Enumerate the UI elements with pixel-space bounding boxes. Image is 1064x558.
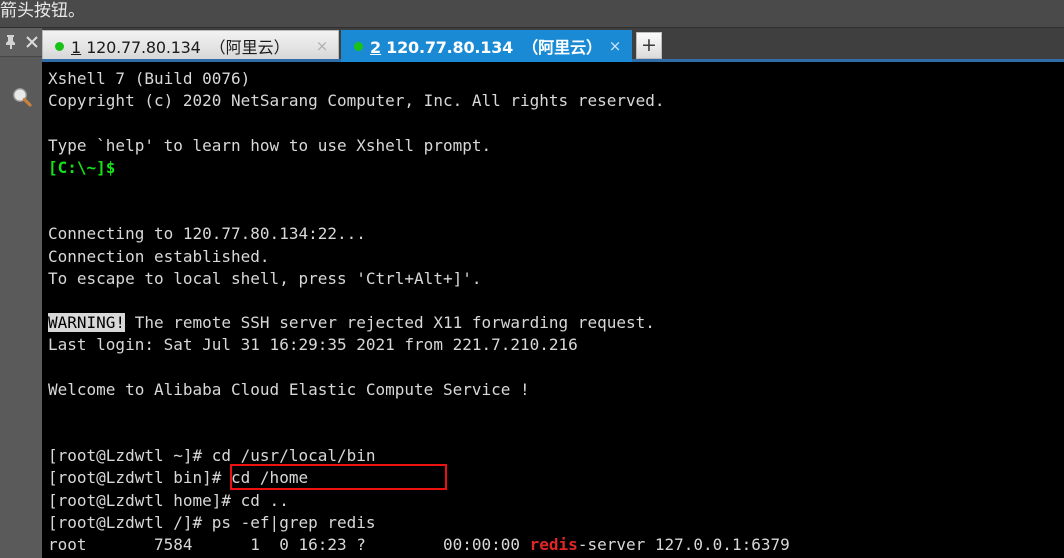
tab-close-icon-2[interactable]: ×: [605, 36, 625, 56]
terminal-line: Type `help' to learn how to use Xshell p…: [48, 135, 1064, 157]
tab-session-1[interactable]: 1 120.77.80.134 （阿里云） ×: [42, 30, 339, 61]
terminal-span: Xshell 7 (Build 0076): [48, 69, 251, 88]
tab-ip-2: 120.77.80.134: [386, 38, 514, 57]
magnifier-icon[interactable]: [11, 86, 33, 108]
terminal-line: WARNING! The remote SSH server rejected …: [48, 312, 1064, 334]
tab-number-1: 1: [71, 38, 82, 57]
terminal-span: [C:\~]$: [48, 157, 116, 177]
terminal-span: Connection established.: [48, 246, 270, 266]
terminal-line: Xshell 7 (Build 0076): [48, 68, 1064, 90]
terminal-span: Copyright (c) 2020 NetSarang Computer, I…: [48, 91, 665, 111]
tab-bar: 1 120.77.80.134 （阿里云） × 2 120.77.80.134 …: [42, 28, 1064, 61]
terminal-span: [root@Lzdwtl /]# ps -ef|grep redis: [48, 512, 376, 532]
terminal-line: Connecting to 120.77.80.134:22...: [48, 223, 1064, 245]
terminal-line: [C:\~]$: [48, 157, 1064, 179]
terminal-span: [root@Lzdwtl ~]# cd /usr/local/bin: [48, 446, 376, 466]
terminal-span: Type `help' to learn how to use Xshell p…: [48, 135, 492, 155]
tab-label-1: 1 120.77.80.134 （阿里云）: [71, 34, 312, 58]
terminal-line: Copyright (c) 2020 NetSarang Computer, I…: [48, 90, 1064, 112]
terminal-span: To escape to local shell, press 'Ctrl+Al…: [48, 268, 482, 288]
terminal-span: WARNING!: [48, 313, 126, 333]
tab-status-dot-icon: [55, 41, 64, 51]
terminal-span: Connecting to 120.77.80.134:22...: [48, 224, 366, 244]
terminal-span: [root@Lzdwtl home]# cd ..: [48, 490, 289, 510]
tab-label-2: 2 120.77.80.134 （阿里云）: [370, 34, 605, 58]
top-strip: 箭头按钮。: [0, 0, 1064, 28]
terminal-line: [root@Lzdwtl /]# ps -ef|grep redis: [48, 512, 1064, 534]
terminal-span: Welcome to Alibaba Cloud Elastic Compute…: [48, 379, 530, 399]
terminal-line: root 7584 1 0 16:23 ? 00:00:00 redis-ser…: [48, 534, 1064, 556]
close-icon[interactable]: [24, 34, 40, 50]
terminal-span: redis: [529, 534, 578, 554]
tab-session-2[interactable]: 2 120.77.80.134 （阿里云） ×: [341, 30, 632, 61]
tab-ip-1: 120.77.80.134: [86, 38, 201, 57]
tab-cn-1: （阿里云）: [209, 38, 290, 57]
terminal-span: -server 127.0.0.1:6379: [577, 534, 790, 554]
terminal-line: [root@Lzdwtl bin]# cd /home: [48, 467, 1064, 489]
new-tab-button[interactable]: +: [636, 32, 662, 59]
terminal-span: [root@Lzdwtl bin]# cd /home: [48, 468, 309, 488]
terminal-output[interactable]: Xshell 7 (Build 0076) Copyright (c) 2020 …: [42, 62, 1064, 558]
terminal-line: [root@Lzdwtl ~]# cd /usr/local/bin: [48, 445, 1064, 467]
terminal-span: Last login: Sat Jul 31 16:29:35 2021 fro…: [48, 335, 578, 355]
left-rail-header: [0, 28, 42, 57]
terminal-line: Welcome to Alibaba Cloud Elastic Compute…: [48, 379, 1064, 401]
pin-icon[interactable]: [3, 34, 19, 50]
left-rail-body: [0, 58, 42, 558]
tab-cn-2: （阿里云）: [522, 38, 603, 57]
tab-number-2: 2: [370, 38, 382, 57]
terminal-line: Last login: Sat Jul 31 16:29:35 2021 fro…: [48, 334, 1064, 356]
top-strip-text: 箭头按钮。: [0, 1, 85, 21]
terminal-line: To escape to local shell, press 'Ctrl+Al…: [48, 268, 1064, 290]
terminal-line: Connection established.: [48, 246, 1064, 268]
terminal-span: The remote SSH server rejected X11 forwa…: [125, 313, 655, 333]
terminal-line: [root@Lzdwtl home]# cd ..: [48, 490, 1064, 512]
left-rail: [0, 28, 42, 558]
terminal-span: root 7584 1 0 16:23 ? 00:00:00: [48, 534, 530, 554]
tab-close-icon-1[interactable]: ×: [312, 36, 332, 56]
tab-status-dot-icon: [354, 41, 363, 51]
xshell-window: 箭头按钮。 1 120.77.80.134 （阿里云） × 2 120.77.8…: [0, 0, 1064, 558]
